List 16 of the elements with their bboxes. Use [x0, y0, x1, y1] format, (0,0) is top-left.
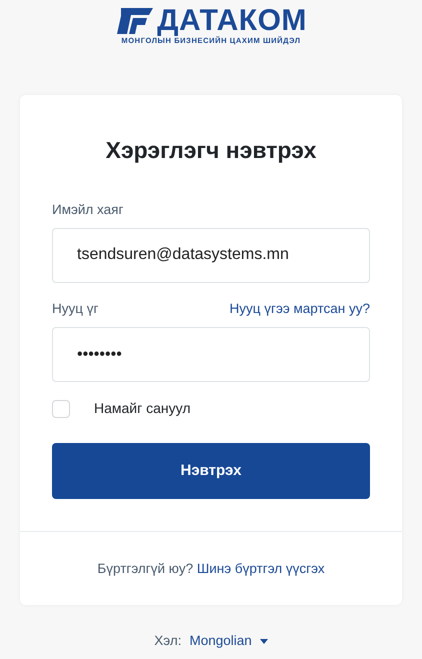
logo-icon [115, 8, 154, 34]
signup-prompt: Бүртгэлгүй юу? Шинэ бүртгэл үүсгэх [96, 560, 326, 578]
signup-link[interactable]: Шинэ бүртгэл үүсгэх [196, 561, 325, 576]
language-label: Хэл: [154, 632, 182, 650]
logo-wordmark: ДАТАКОМ [157, 6, 307, 36]
field-label: Нууц үг [52, 300, 98, 318]
forgot-password-link[interactable]: Нууц үгээ мартсан уу? [230, 298, 370, 319]
form-title: Хэрэглэгч нэвтрэх [104, 136, 318, 165]
caret-icon [260, 638, 268, 644]
checkbox-label: Намайг сануул [94, 399, 191, 418]
language-dropdown[interactable]: Mongolian [189, 631, 268, 652]
password-field[interactable]: •••••••• [52, 327, 370, 382]
login-button[interactable]: Нэвтрэх [52, 443, 370, 499]
email-field[interactable]: tsendsuren@datasystems.mn [52, 228, 370, 283]
remember-checkbox[interactable] [52, 400, 70, 418]
field-label: Имэйл хаяг [52, 200, 124, 218]
